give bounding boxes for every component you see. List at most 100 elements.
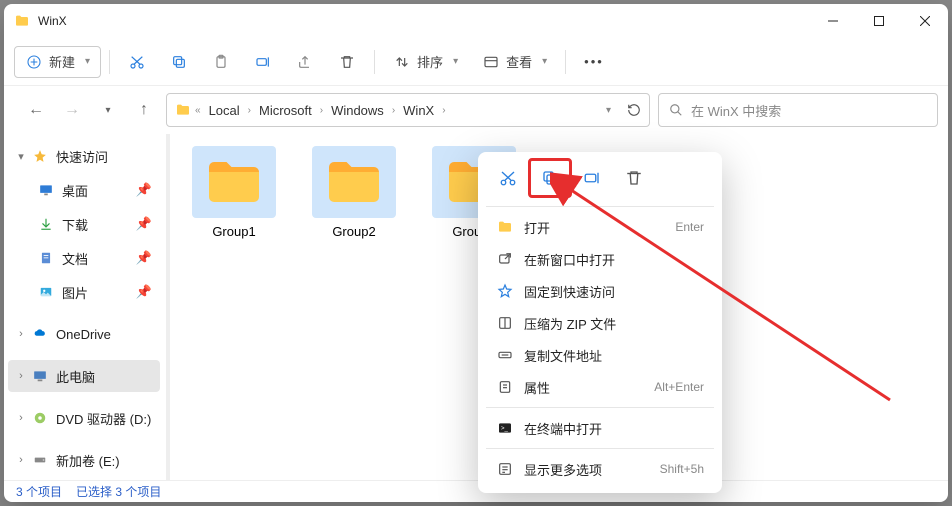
status-selected: 已选择 3 个项目 bbox=[76, 483, 161, 500]
pin-icon: 📌 bbox=[136, 250, 152, 266]
delete-button[interactable] bbox=[328, 46, 366, 78]
ctx-rename-button[interactable] bbox=[574, 162, 610, 194]
folder-label: Group2 bbox=[332, 224, 375, 239]
folder-label: Group1 bbox=[212, 224, 255, 239]
body: ▾ 快速访问 桌面 📌 下载 📌 文档 📌 图片 bbox=[4, 134, 948, 480]
share-button[interactable] bbox=[286, 46, 324, 78]
chevron-right-icon: › bbox=[14, 412, 28, 424]
address-bar[interactable]: « Local› Microsoft› Windows› WinX› ▾ bbox=[166, 93, 650, 127]
refresh-button[interactable] bbox=[627, 103, 641, 117]
disc-icon bbox=[32, 410, 48, 426]
download-icon bbox=[38, 216, 54, 232]
ctx-open[interactable]: 打开 Enter bbox=[486, 211, 714, 243]
more-button[interactable]: ••• bbox=[574, 46, 614, 78]
back-button[interactable]: ← bbox=[22, 96, 50, 124]
ctx-copy-path[interactable]: 复制文件地址 bbox=[486, 339, 714, 371]
breadcrumb-item[interactable]: Windows bbox=[327, 101, 388, 120]
minimize-button[interactable] bbox=[810, 4, 856, 38]
ctx-compress-zip[interactable]: 压缩为 ZIP 文件 bbox=[486, 307, 714, 339]
ctx-shortcut: Enter bbox=[675, 220, 704, 234]
folder-icon bbox=[14, 13, 30, 29]
search-placeholder: 在 WinX 中搜索 bbox=[691, 101, 781, 120]
window-controls bbox=[810, 4, 948, 38]
folder-icon bbox=[175, 102, 191, 118]
rename-icon bbox=[254, 53, 272, 71]
sidebar-dvd[interactable]: › DVD 驱动器 (D:) bbox=[8, 402, 160, 434]
chevron-down-icon[interactable]: ▾ bbox=[606, 105, 611, 116]
search-icon bbox=[669, 103, 683, 117]
titlebar: WinX bbox=[4, 4, 948, 38]
desktop-icon bbox=[38, 182, 54, 198]
forward-button[interactable]: → bbox=[58, 96, 86, 124]
breadcrumb-item[interactable]: WinX bbox=[399, 101, 438, 120]
search-box[interactable]: 在 WinX 中搜索 bbox=[658, 93, 938, 127]
sidebar-pictures[interactable]: 图片 📌 bbox=[8, 276, 160, 308]
cut-icon bbox=[128, 53, 146, 71]
ctx-copy-button[interactable] bbox=[532, 162, 568, 194]
sidebar-resize-handle[interactable] bbox=[166, 134, 170, 480]
rename-button[interactable] bbox=[244, 46, 282, 78]
sort-label: 排序 bbox=[417, 52, 443, 71]
sidebar-desktop[interactable]: 桌面 📌 bbox=[8, 174, 160, 206]
ctx-cut-button[interactable] bbox=[490, 162, 526, 194]
plus-circle-icon bbox=[25, 53, 43, 71]
path-icon bbox=[496, 346, 514, 364]
status-count: 3 个项目 bbox=[16, 483, 62, 500]
new-window-icon bbox=[496, 250, 514, 268]
view-icon bbox=[482, 53, 500, 71]
star-icon bbox=[32, 148, 48, 164]
ctx-label: 打开 bbox=[524, 218, 550, 237]
ctx-pin-quick-access[interactable]: 固定到快速访问 bbox=[486, 275, 714, 307]
drive-icon bbox=[32, 452, 48, 468]
paste-button[interactable] bbox=[202, 46, 240, 78]
zip-icon bbox=[496, 314, 514, 332]
chevron-right-icon: › bbox=[14, 370, 28, 382]
sidebar-label: DVD 驱动器 (D:) bbox=[56, 409, 151, 428]
window-title: WinX bbox=[38, 14, 810, 28]
breadcrumb-item[interactable]: Microsoft bbox=[255, 101, 316, 120]
folder-icon bbox=[192, 146, 276, 218]
recent-button[interactable]: ▾ bbox=[94, 96, 122, 124]
sidebar-this-pc[interactable]: › 此电脑 bbox=[8, 360, 160, 392]
ctx-open-new-window[interactable]: 在新窗口中打开 bbox=[486, 243, 714, 275]
sort-button[interactable]: 排序 ▾ bbox=[383, 46, 468, 78]
context-menu-icon-row bbox=[486, 160, 714, 202]
up-button[interactable]: ↑ bbox=[130, 96, 158, 124]
sidebar-documents[interactable]: 文档 📌 bbox=[8, 242, 160, 274]
ctx-delete-button[interactable] bbox=[616, 162, 652, 194]
context-menu: 打开 Enter 在新窗口中打开 固定到快速访问 压缩为 ZIP 文件 复制文件… bbox=[478, 152, 722, 493]
sidebar-label: 快速访问 bbox=[56, 147, 108, 166]
cut-button[interactable] bbox=[118, 46, 156, 78]
sidebar-quick-access[interactable]: ▾ 快速访问 bbox=[8, 140, 160, 172]
sidebar-volume[interactable]: › 新加卷 (E:) bbox=[8, 444, 160, 476]
sidebar-label: 下载 bbox=[62, 215, 88, 234]
folder-item[interactable]: Group2 bbox=[304, 146, 404, 239]
ctx-label: 压缩为 ZIP 文件 bbox=[524, 314, 616, 333]
share-icon bbox=[296, 53, 314, 71]
pin-icon: 📌 bbox=[136, 284, 152, 300]
pin-icon: 📌 bbox=[136, 182, 152, 198]
ctx-properties[interactable]: 属性 Alt+Enter bbox=[486, 371, 714, 403]
status-bar: 3 个项目 已选择 3 个项目 bbox=[4, 480, 948, 502]
sidebar-label: 文档 bbox=[62, 249, 88, 268]
ctx-open-terminal[interactable]: >_ 在终端中打开 bbox=[486, 412, 714, 444]
sort-icon bbox=[393, 53, 411, 71]
toolbar: 新建 ▾ 排序 ▾ 查看 ▾ ••• bbox=[4, 38, 948, 86]
folder-item[interactable]: Group1 bbox=[184, 146, 284, 239]
maximize-button[interactable] bbox=[856, 4, 902, 38]
chevron-down-icon: ▾ bbox=[453, 56, 458, 67]
chevron-down-icon: ▾ bbox=[542, 56, 547, 67]
breadcrumb-item[interactable]: Local bbox=[205, 101, 244, 120]
ctx-shortcut: Shift+5h bbox=[660, 462, 704, 476]
chevron-right-icon: › bbox=[14, 454, 28, 466]
ctx-show-more[interactable]: 显示更多选项 Shift+5h bbox=[486, 453, 714, 485]
ctx-label: 在终端中打开 bbox=[524, 419, 602, 438]
copy-button[interactable] bbox=[160, 46, 198, 78]
sidebar-downloads[interactable]: 下载 📌 bbox=[8, 208, 160, 240]
new-button[interactable]: 新建 ▾ bbox=[14, 46, 101, 78]
ctx-label: 显示更多选项 bbox=[524, 460, 602, 479]
sidebar-onedrive[interactable]: › OneDrive bbox=[8, 318, 160, 350]
sidebar-label: 图片 bbox=[62, 283, 88, 302]
view-button[interactable]: 查看 ▾ bbox=[472, 46, 557, 78]
close-button[interactable] bbox=[902, 4, 948, 38]
